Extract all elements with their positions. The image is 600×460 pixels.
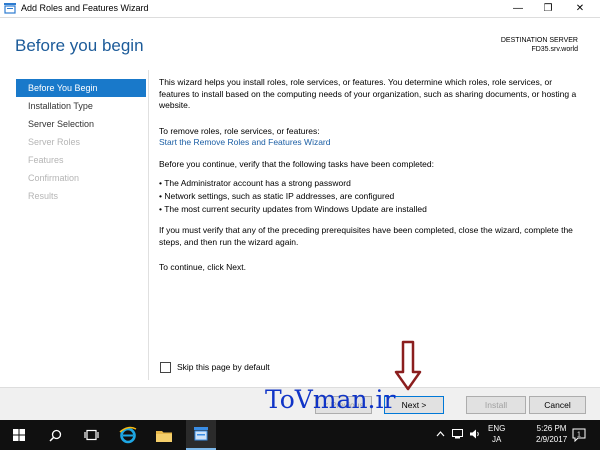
windows-logo-icon	[13, 429, 25, 441]
continue-text: To continue, click Next.	[159, 262, 246, 272]
search-icon	[48, 429, 61, 442]
clock-time: 5:26 PM	[536, 424, 567, 433]
nav-item-before-you-begin[interactable]: Before You Begin	[16, 79, 146, 97]
task-view-button[interactable]	[76, 420, 106, 450]
page-title: Before you begin	[15, 36, 144, 55]
close-button[interactable]: ✕	[566, 0, 594, 17]
destination-server-label: DESTINATION SERVER	[500, 37, 578, 44]
task-view-icon	[83, 429, 99, 441]
notification-icon: 1	[572, 428, 586, 443]
folder-icon	[156, 430, 172, 442]
window-title: Add Roles and Features Wizard	[21, 3, 149, 13]
title-bar: Add Roles and Features Wizard — ❐ ✕	[0, 0, 600, 18]
maximize-button[interactable]: ❐	[534, 0, 562, 17]
input-language-indicator[interactable]: ENG JA	[488, 423, 505, 453]
file-explorer-button[interactable]	[149, 420, 179, 450]
minimize-button[interactable]: —	[504, 0, 532, 17]
network-tray-button[interactable]	[452, 429, 463, 459]
show-hidden-icons-button[interactable]	[436, 430, 445, 460]
cancel-button[interactable]: Cancel	[529, 396, 586, 414]
install-button: Install	[466, 396, 526, 414]
keyboard-layout: JA	[492, 435, 502, 444]
nav-divider	[148, 70, 149, 380]
server-manager-taskbar-button[interactable]	[186, 420, 216, 450]
list-item: The most current security updates from W…	[159, 204, 427, 217]
network-icon	[452, 429, 463, 439]
taskbar: ENG JA 5:26 PM 2/9/2017 1	[0, 420, 600, 450]
skip-page-label: Skip this page by default	[177, 362, 270, 372]
list-item: The Administrator account has a strong p…	[159, 178, 427, 191]
watermark-text: ToVman.ir	[265, 385, 396, 414]
language-code: ENG	[488, 424, 506, 433]
start-button[interactable]	[4, 420, 34, 450]
clock-date: 2/9/2017	[536, 435, 568, 444]
internet-explorer-button[interactable]	[113, 420, 143, 450]
nav-item-server-roles: Server Roles	[28, 137, 81, 147]
remove-roles-link[interactable]: Start the Remove Roles and Features Wiza…	[159, 137, 331, 149]
search-button[interactable]	[40, 420, 70, 450]
down-arrow-annotation	[394, 340, 422, 391]
skip-page-checkbox[interactable]	[160, 362, 171, 374]
clock[interactable]: 5:26 PM 2/9/2017	[536, 423, 567, 453]
nav-item-confirmation: Confirmation	[28, 173, 80, 183]
volume-tray-button[interactable]	[470, 429, 481, 459]
skip-page-option[interactable]: Skip this page by default	[160, 362, 270, 374]
speaker-icon	[470, 429, 479, 439]
nav-item-features: Features	[28, 155, 64, 165]
internet-explorer-icon	[119, 426, 137, 444]
wizard-nav: Before You Begin Installation Type Serve…	[16, 79, 146, 205]
destination-server-value: FD35.srv.world	[531, 46, 578, 53]
notification-count: 1	[577, 432, 581, 439]
nav-item-results: Results	[28, 191, 59, 201]
nav-item-installation-type[interactable]: Installation Type	[16, 97, 146, 115]
server-manager-icon	[4, 3, 16, 14]
chevron-up-icon	[436, 431, 445, 437]
remove-label: To remove roles, role services, or featu…	[159, 126, 320, 136]
verify-text: Before you continue, verify that the fol…	[159, 159, 434, 169]
nav-item-server-selection[interactable]: Server Selection	[16, 115, 146, 133]
action-center-button[interactable]: 1	[572, 428, 586, 458]
intro-text: This wizard helps you install roles, rol…	[159, 77, 577, 110]
server-manager-taskbar-icon	[194, 427, 208, 441]
prereq-text: If you must verify that any of the prece…	[159, 225, 573, 247]
list-item: Network settings, such as static IP addr…	[159, 191, 427, 204]
prerequisite-list: The Administrator account has a strong p…	[159, 178, 427, 217]
